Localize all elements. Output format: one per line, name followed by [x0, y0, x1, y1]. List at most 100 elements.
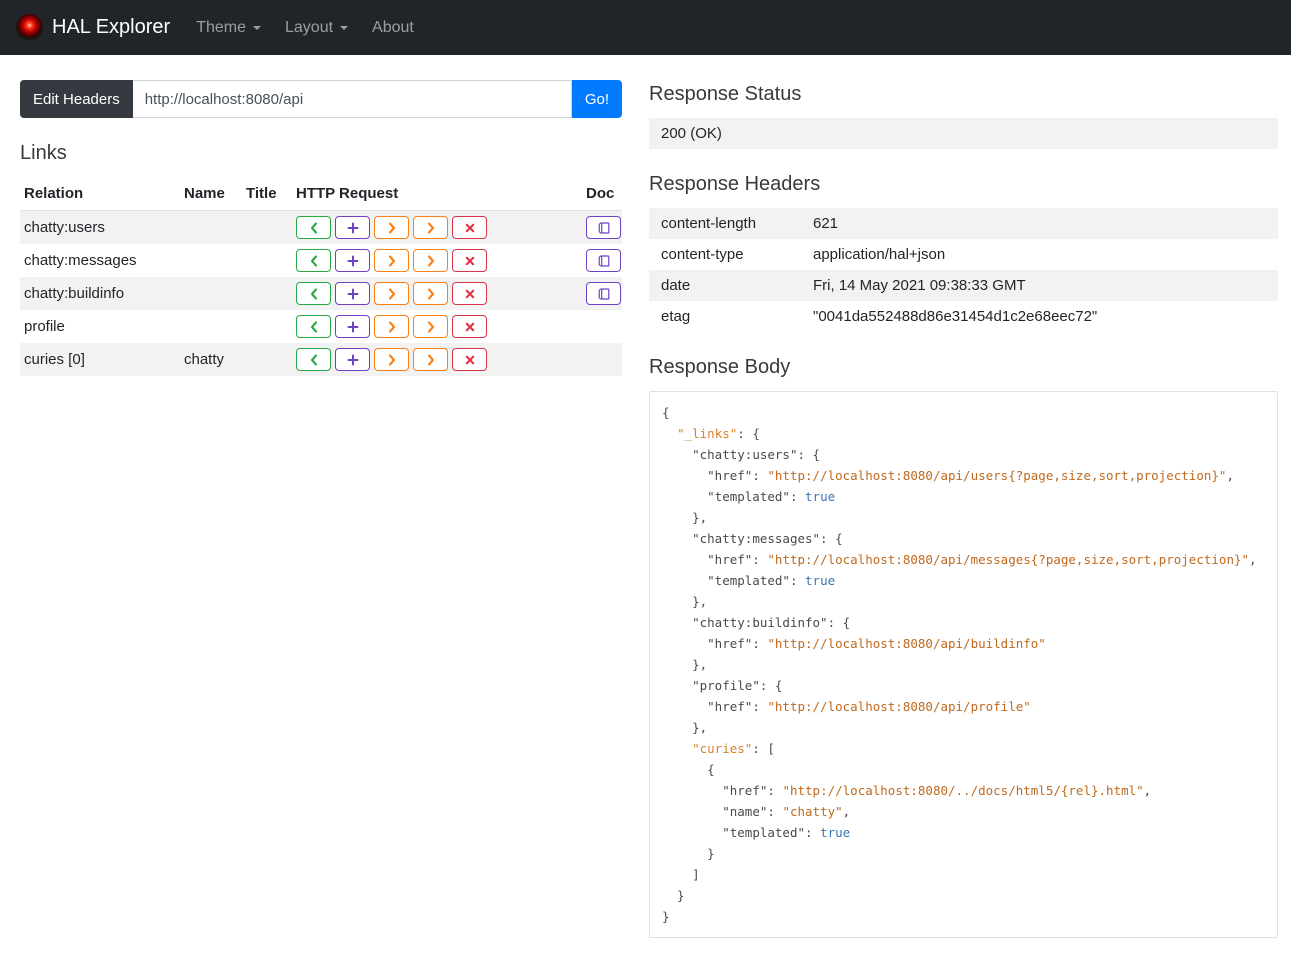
put-request-button[interactable] — [374, 249, 409, 272]
nav-layout[interactable]: Layout — [273, 19, 360, 37]
post-request-button[interactable] — [335, 216, 370, 239]
patch-request-button[interactable] — [413, 315, 448, 338]
table-row: chatty:buildinfo — [20, 277, 622, 310]
put-request-button[interactable] — [374, 216, 409, 239]
header-key: content-type — [661, 246, 744, 263]
edit-headers-button[interactable]: Edit Headers — [20, 80, 133, 118]
column-header-title: Title — [242, 177, 292, 211]
put-request-button[interactable] — [374, 348, 409, 371]
delete-request-button[interactable] — [452, 348, 487, 371]
link-name: chatty — [184, 351, 225, 368]
doc-cell — [582, 343, 622, 376]
link-title — [242, 277, 292, 310]
column-header-doc: Doc — [582, 177, 622, 211]
http-request-cell — [292, 310, 582, 343]
header-key: content-length — [661, 215, 757, 232]
delete-request-button[interactable] — [452, 249, 487, 272]
plus-icon — [347, 255, 359, 267]
column-header-name: Name — [180, 177, 242, 211]
x-icon — [465, 223, 475, 233]
response-status-title: Response Status — [649, 83, 802, 105]
delete-request-button[interactable] — [452, 315, 487, 338]
plus-icon — [347, 321, 359, 333]
link-name — [180, 310, 242, 343]
column-header-relation: Relation — [20, 177, 180, 211]
chevron-right-icon — [387, 254, 397, 267]
nav-theme[interactable]: Theme — [184, 19, 273, 37]
doc-button[interactable] — [586, 249, 621, 272]
get-request-button[interactable] — [296, 249, 331, 272]
table-row: profile — [20, 310, 622, 343]
chevron-right-icon — [426, 254, 436, 267]
header-value: "0041da552488d86e31454d1c2e68eec72" — [813, 308, 1098, 325]
link-relation: profile — [24, 318, 65, 335]
chevron-right-icon — [426, 287, 436, 300]
doc-cell — [582, 277, 622, 310]
get-request-button[interactable] — [296, 216, 331, 239]
header-row: content-length 621 — [649, 208, 1278, 239]
header-value: 621 — [813, 215, 839, 232]
put-request-button[interactable] — [374, 315, 409, 338]
table-row: chatty:users — [20, 210, 622, 245]
header-value: Fri, 14 May 2021 09:38:33 GMT — [813, 277, 1026, 294]
link-name — [180, 211, 242, 245]
get-request-button[interactable] — [296, 348, 331, 371]
header-value: application/hal+json — [813, 246, 946, 263]
links-title: Links — [20, 142, 67, 164]
doc-cell — [582, 211, 622, 245]
chevron-down-icon — [253, 25, 261, 30]
header-key: date — [661, 277, 691, 294]
chevron-right-icon — [387, 353, 397, 366]
link-relation: chatty:buildinfo — [24, 285, 125, 302]
book-icon — [598, 254, 610, 267]
go-button[interactable]: Go! — [571, 80, 622, 118]
header-key: etag — [661, 308, 691, 325]
post-request-button[interactable] — [335, 282, 370, 305]
column-header-http-request: HTTP Request — [292, 177, 582, 211]
links-header-row: Relation Name Title HTTP Request Doc — [20, 177, 622, 211]
patch-request-button[interactable] — [413, 216, 448, 239]
main-content: Edit Headers Go! Links Relation Name Tit… — [0, 55, 1291, 958]
chevron-left-icon — [309, 221, 319, 234]
plus-icon — [347, 222, 359, 234]
post-request-button[interactable] — [335, 348, 370, 371]
brand[interactable]: HAL Explorer — [16, 14, 170, 41]
chevron-left-icon — [309, 287, 319, 300]
chevron-right-icon — [426, 353, 436, 366]
chevron-left-icon — [309, 254, 319, 267]
post-request-button[interactable] — [335, 315, 370, 338]
chevron-right-icon — [387, 287, 397, 300]
x-icon — [465, 322, 475, 332]
x-icon — [465, 256, 475, 266]
plus-icon — [347, 288, 359, 300]
patch-request-button[interactable] — [413, 348, 448, 371]
explorer-panel: Edit Headers Go! Links Relation Name Tit… — [20, 80, 622, 376]
chevron-right-icon — [387, 320, 397, 333]
post-request-button[interactable] — [335, 249, 370, 272]
plus-icon — [347, 354, 359, 366]
nav-about[interactable]: About — [360, 19, 426, 37]
book-icon — [598, 287, 610, 300]
doc-button[interactable] — [586, 282, 621, 305]
link-title — [242, 310, 292, 343]
link-name — [180, 244, 242, 277]
link-title — [242, 211, 292, 245]
chevron-left-icon — [309, 320, 319, 333]
patch-request-button[interactable] — [413, 282, 448, 305]
patch-request-button[interactable] — [413, 249, 448, 272]
put-request-button[interactable] — [374, 282, 409, 305]
chevron-left-icon — [309, 353, 319, 366]
delete-request-button[interactable] — [452, 282, 487, 305]
link-name — [180, 277, 242, 310]
http-request-cell — [292, 211, 582, 245]
link-relation: chatty:users — [24, 219, 105, 236]
doc-button[interactable] — [586, 216, 621, 239]
get-request-button[interactable] — [296, 282, 331, 305]
url-input[interactable] — [132, 80, 572, 118]
chevron-right-icon — [387, 221, 397, 234]
delete-request-button[interactable] — [452, 216, 487, 239]
x-icon — [465, 355, 475, 365]
chevron-right-icon — [426, 320, 436, 333]
link-relation: curies [0] — [24, 351, 85, 368]
get-request-button[interactable] — [296, 315, 331, 338]
